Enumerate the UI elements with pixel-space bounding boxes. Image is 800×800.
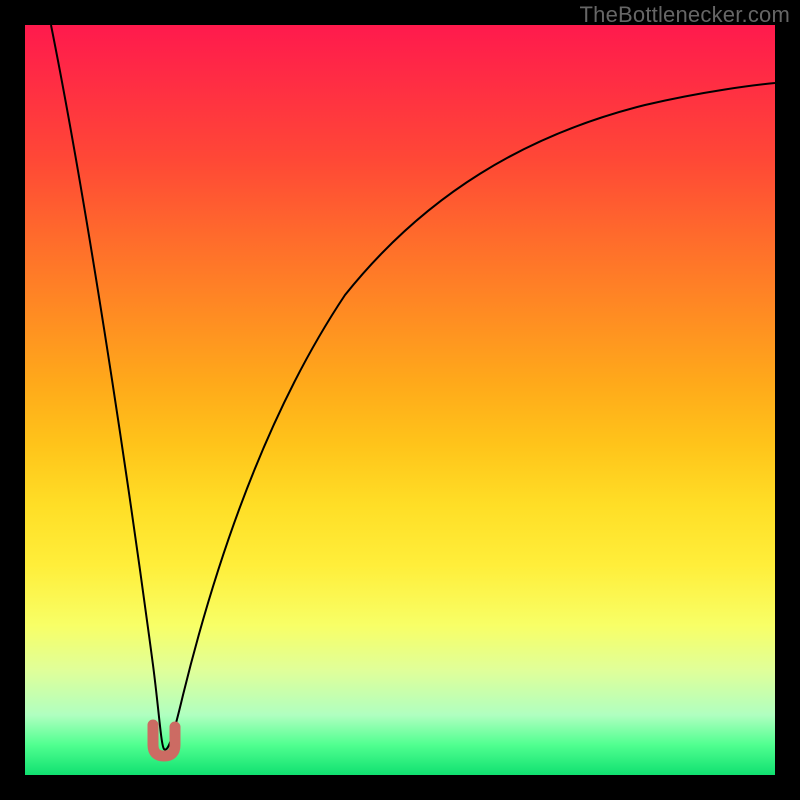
bottleneck-curve: [51, 25, 775, 750]
watermark-text: TheBottlenecker.com: [580, 2, 790, 28]
curve-layer: [25, 25, 775, 775]
notch-marker-icon: [153, 725, 175, 756]
outer-black-frame: TheBottlenecker.com: [0, 0, 800, 800]
plot-area: [25, 25, 775, 775]
